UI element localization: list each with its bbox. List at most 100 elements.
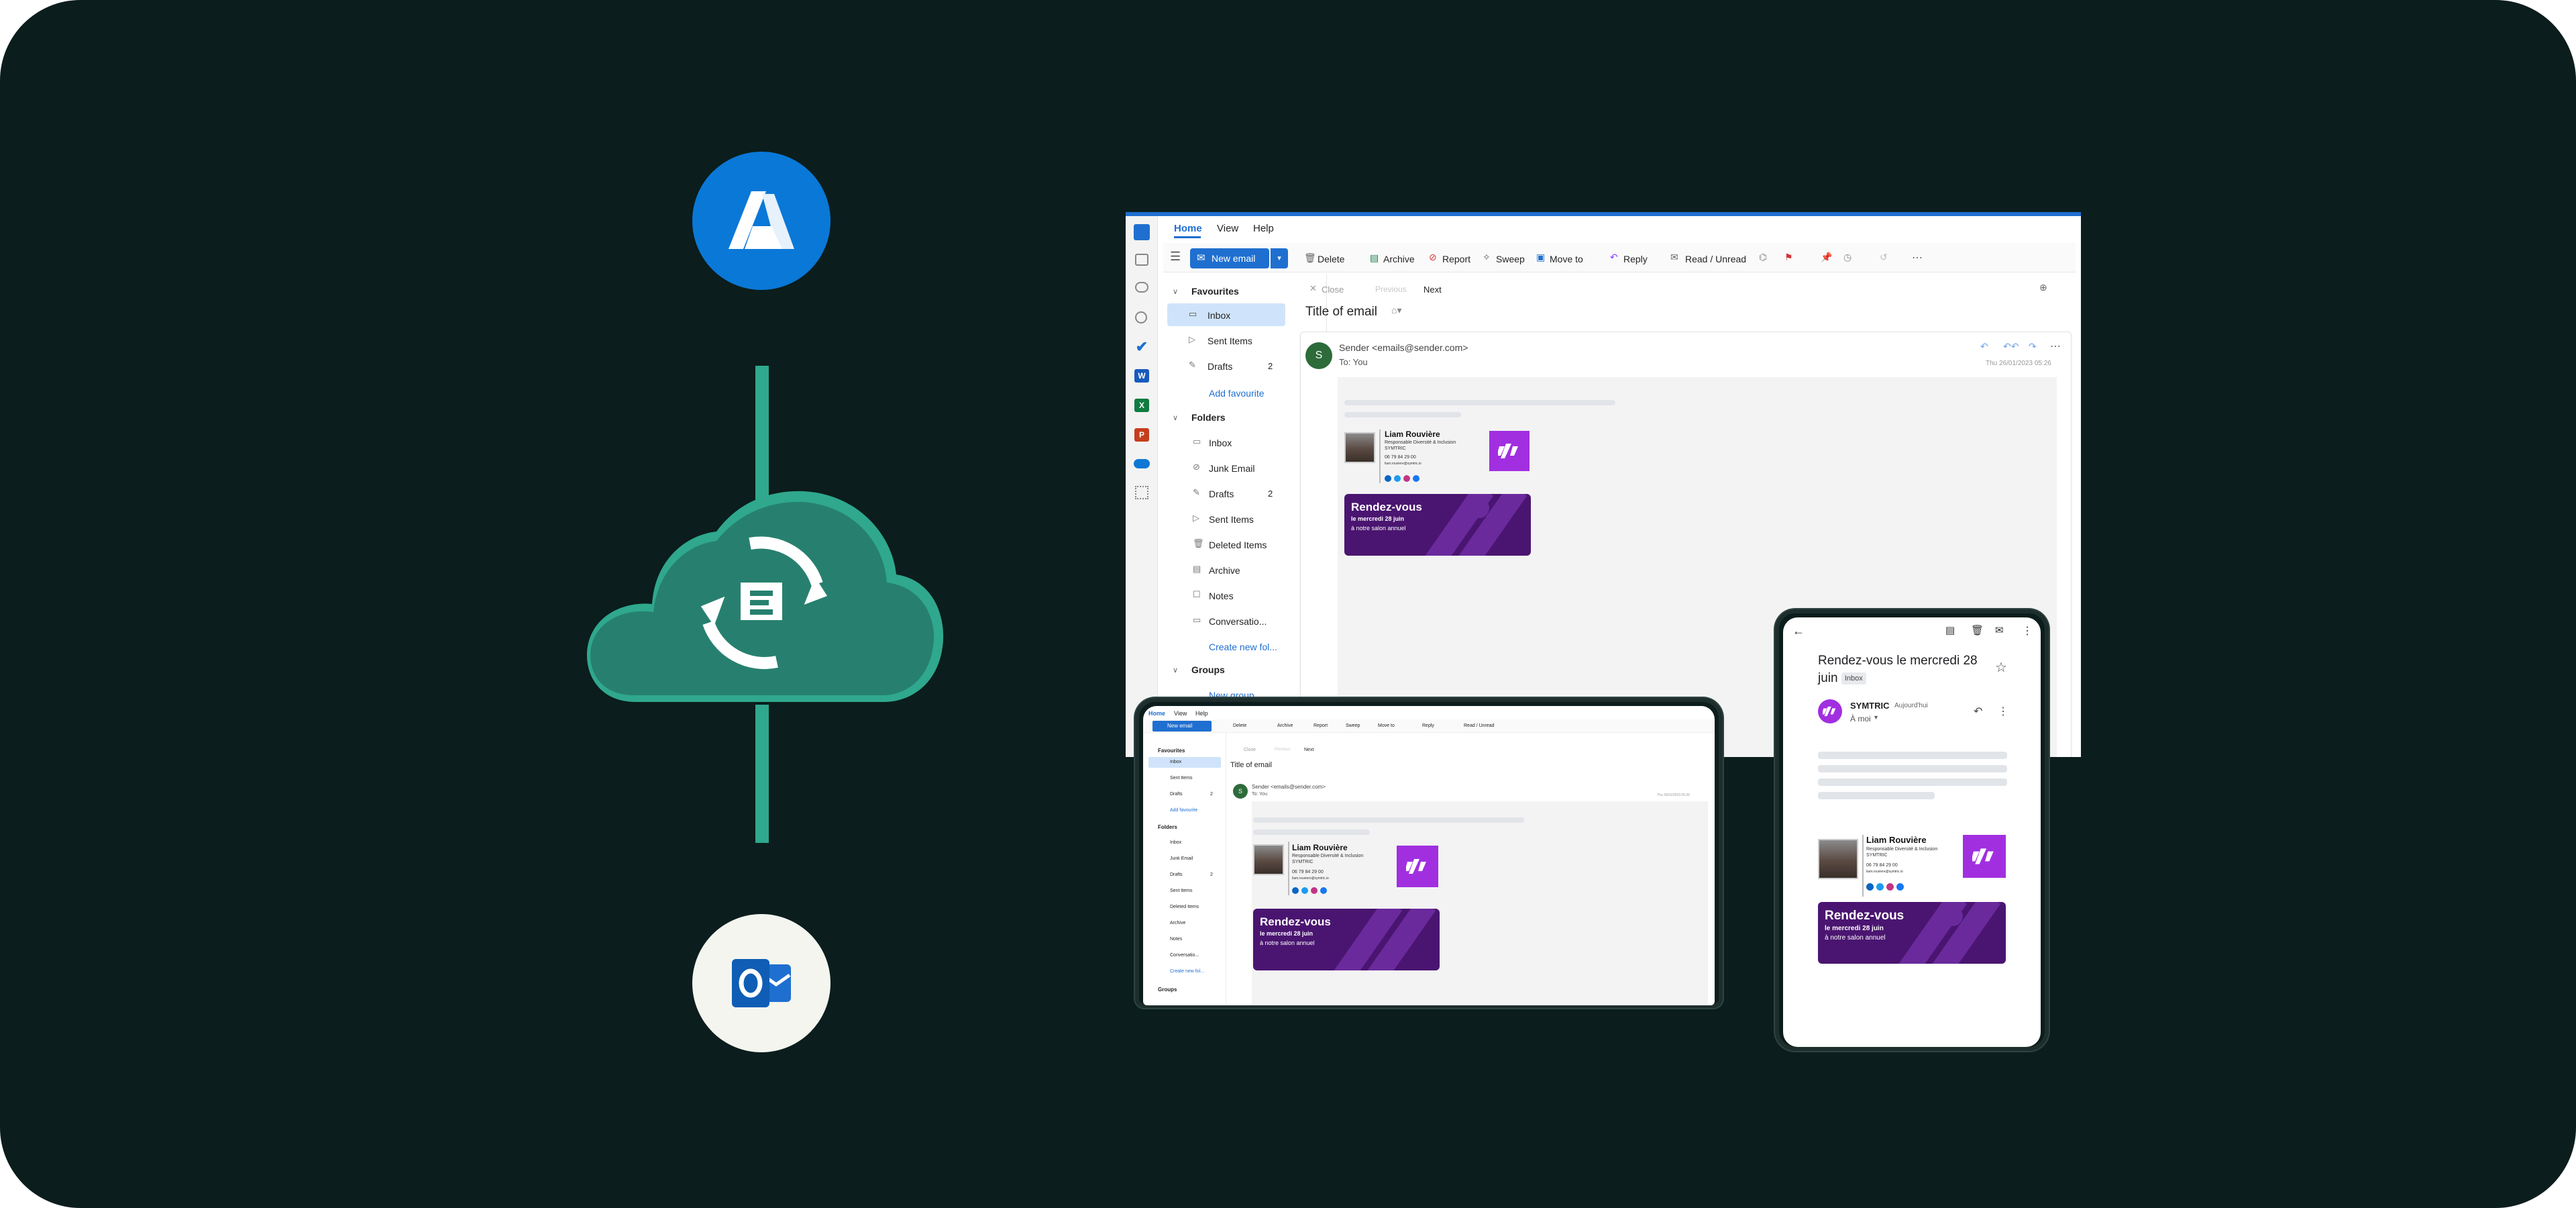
mobile-recipient[interactable]: À moi — [1850, 714, 1871, 723]
twitter-icon[interactable] — [1301, 887, 1308, 894]
reply-button[interactable]: Reply — [1623, 254, 1648, 264]
folder-inbox[interactable]: Inbox — [1170, 840, 1181, 845]
signature-banner[interactable]: Rendez-vous le mercredi 28 juin à notre … — [1818, 902, 2006, 964]
groups-chevron-icon[interactable]: ∨ — [1173, 666, 1178, 674]
folder-deleted-items[interactable]: Deleted Items — [1209, 540, 1267, 550]
tag-icon[interactable]: ⌬ — [1759, 252, 1767, 263]
close-button[interactable]: Close — [1244, 748, 1256, 752]
read-unread-button[interactable]: Read / Unread — [1464, 723, 1495, 728]
create-folder-link[interactable]: Create new fol... — [1209, 642, 1277, 652]
add-favourite-link[interactable]: Add favourite — [1209, 388, 1265, 399]
tab-home[interactable]: Home — [1148, 710, 1165, 717]
mobile-more-icon[interactable]: ⋮ — [1998, 705, 2008, 718]
signature-email[interactable]: liam.rouviere@symtric.io — [1292, 876, 1329, 880]
message-more-icon[interactable]: ⋯ — [2050, 340, 2061, 353]
report-button[interactable]: Report — [1442, 254, 1470, 264]
word-app-icon[interactable]: W — [1134, 369, 1149, 383]
favourites-chevron-icon[interactable]: ∨ — [1173, 287, 1178, 296]
previous-button[interactable]: Previous — [1375, 285, 1407, 294]
next-button[interactable]: Next — [1424, 285, 1442, 295]
recipient-chevron-icon[interactable]: ▾ — [1874, 714, 1878, 721]
reply-all-action-icon[interactable]: ↶↶ — [2003, 341, 2019, 352]
folder-archive[interactable]: Archive — [1209, 565, 1240, 576]
undo-icon[interactable]: ↺ — [1880, 252, 1888, 263]
mobile-reply-icon[interactable]: ↶ — [1974, 705, 1982, 718]
people-app-icon[interactable] — [1135, 282, 1148, 293]
folder-sent-items[interactable]: Sent Items — [1170, 889, 1192, 893]
close-button[interactable]: Close — [1322, 285, 1344, 295]
linkedin-icon[interactable] — [1866, 883, 1874, 891]
hamburger-icon[interactable]: ☰ — [1170, 250, 1181, 264]
favourite-sent-items[interactable]: Sent Items — [1170, 776, 1192, 781]
instagram-icon[interactable] — [1403, 475, 1410, 482]
onedrive-app-icon[interactable] — [1134, 459, 1150, 468]
zoom-icon[interactable]: ⊕ — [2039, 282, 2047, 293]
linkedin-icon[interactable] — [1292, 887, 1299, 894]
favourites-header[interactable]: Favourites — [1158, 748, 1185, 754]
folder-junk-email[interactable]: Junk Email — [1209, 463, 1254, 474]
subject-tag-icon[interactable]: ⌂▾ — [1391, 305, 1401, 316]
archive-button[interactable]: Archive — [1277, 723, 1293, 728]
folders-header[interactable]: Folders — [1158, 824, 1177, 830]
twitter-icon[interactable] — [1394, 475, 1401, 482]
favourite-drafts[interactable]: Drafts — [1170, 792, 1183, 797]
attachment-app-icon[interactable] — [1135, 311, 1147, 323]
signature-email[interactable]: liam.rouviere@symtric.io — [1385, 462, 1421, 466]
previous-button[interactable]: Previous — [1275, 748, 1290, 752]
folder-notes[interactable]: Notes — [1170, 937, 1182, 942]
favourite-inbox[interactable]: Inbox — [1170, 760, 1181, 764]
new-email-dropdown[interactable]: ▾ — [1271, 248, 1288, 268]
forward-action-icon[interactable]: ↷ — [2029, 341, 2037, 352]
create-folder-link[interactable]: Create new fol... — [1170, 969, 1204, 974]
sender-avatar[interactable]: S — [1233, 784, 1248, 799]
folder-inbox[interactable]: Inbox — [1209, 438, 1232, 448]
powerpoint-app-icon[interactable]: P — [1134, 428, 1149, 442]
favourite-drafts[interactable]: Drafts — [1208, 361, 1232, 372]
sweep-button[interactable]: Sweep — [1496, 254, 1525, 264]
favourite-inbox[interactable]: Inbox — [1208, 310, 1230, 321]
favourite-inbox-selected[interactable] — [1148, 757, 1221, 768]
add-favourite-link[interactable]: Add favourite — [1170, 808, 1197, 813]
calendar-app-icon[interactable] — [1135, 254, 1148, 266]
mail-app-icon[interactable] — [1134, 224, 1150, 240]
favourite-sent-items[interactable]: Sent Items — [1208, 336, 1252, 346]
inbox-badge[interactable]: Inbox — [1841, 672, 1866, 685]
move-to-button[interactable]: Move to — [1378, 723, 1395, 728]
signature-banner[interactable]: Rendez-vous le mercredi 28 juin à notre … — [1253, 909, 1440, 970]
symtric-avatar[interactable] — [1818, 699, 1842, 723]
folder-archive[interactable]: Archive — [1170, 921, 1185, 925]
folder-deleted-items[interactable]: Deleted Items — [1170, 905, 1199, 909]
favourites-header[interactable]: Favourites — [1191, 286, 1239, 297]
tab-view[interactable]: View — [1174, 710, 1187, 717]
instagram-icon[interactable] — [1311, 887, 1318, 894]
folder-conversation[interactable]: Conversatio... — [1170, 953, 1199, 958]
linkedin-icon[interactable] — [1385, 475, 1391, 482]
reply-button[interactable]: Reply — [1422, 723, 1434, 728]
sender-avatar[interactable]: S — [1305, 342, 1332, 369]
back-arrow-icon[interactable]: ← — [1792, 624, 1805, 638]
tab-help[interactable]: Help — [1253, 223, 1274, 234]
archive-icon[interactable]: ▤ — [1945, 624, 1955, 636]
next-button[interactable]: Next — [1304, 748, 1313, 752]
move-to-button[interactable]: Move to — [1550, 254, 1583, 264]
sender-address[interactable]: Sender <emails@sender.com> — [1339, 342, 1468, 353]
delete-icon[interactable]: 🗑 — [1971, 624, 1984, 636]
folder-drafts[interactable]: Drafts — [1170, 872, 1183, 877]
twitter-icon[interactable] — [1876, 883, 1884, 891]
more-vertical-icon[interactable]: ⋮ — [2022, 624, 2033, 638]
folders-chevron-icon[interactable]: ∨ — [1173, 413, 1178, 422]
new-email-button[interactable]: ✉ New email — [1190, 248, 1269, 268]
folder-notes[interactable]: Notes — [1209, 591, 1234, 601]
facebook-icon[interactable] — [1413, 475, 1419, 482]
reply-action-icon[interactable]: ↶ — [1980, 341, 1988, 352]
star-icon[interactable]: ☆ — [1995, 659, 2007, 676]
flag-icon[interactable]: ⚑ — [1784, 252, 1793, 263]
archive-button[interactable]: Archive — [1383, 254, 1415, 264]
delete-button[interactable]: Delete — [1233, 723, 1246, 728]
new-email-button[interactable]: New email — [1152, 721, 1212, 732]
facebook-icon[interactable] — [1320, 887, 1327, 894]
pin-icon[interactable]: 📌 — [1821, 252, 1832, 263]
mail-icon[interactable]: ✉ — [1995, 624, 2004, 636]
instagram-icon[interactable] — [1886, 883, 1894, 891]
signature-email[interactable]: liam.rouviere@symtric.io — [1866, 870, 1903, 874]
